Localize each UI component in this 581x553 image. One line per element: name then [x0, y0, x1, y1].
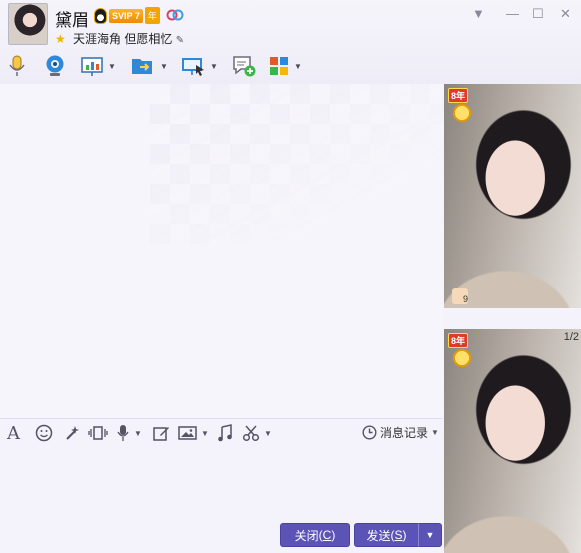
chat-background-pattern	[150, 84, 443, 244]
edit-icon	[153, 427, 169, 441]
message-history[interactable]	[0, 84, 443, 418]
chat-header: 黛眉 SVIP 7 年 ★ 天涯海角 但愿相忆 ✎ ▼ — ☐ ✕ ▼ ▼ ▼ …	[0, 0, 581, 84]
chevron-down-icon[interactable]: ▼	[210, 62, 218, 71]
close-icon[interactable]: ✕	[560, 6, 571, 22]
send-options-button[interactable]: ▼	[418, 523, 442, 547]
coin-icon	[453, 349, 471, 367]
input-toolbar: A ▼ ▼ ▼ 消息记录 ▼	[0, 418, 443, 446]
presentation-icon	[81, 57, 103, 76]
screen-shake-icon	[88, 426, 108, 440]
send-button[interactable]: 发送(S)	[354, 523, 419, 547]
scissors-icon	[242, 425, 260, 442]
contact-name[interactable]: 黛眉	[55, 6, 89, 31]
magic-button[interactable]	[63, 423, 81, 443]
apps-button[interactable]: ▼	[268, 52, 302, 80]
apps-grid-icon	[270, 57, 288, 75]
screenshot-button[interactable]: ▼	[242, 423, 272, 443]
chat-window: 黛眉 SVIP 7 年 ★ 天涯海角 但愿相忆 ✎ ▼ — ☐ ✕ ▼ ▼ ▼ …	[0, 0, 581, 553]
emoji-icon	[35, 424, 53, 442]
create-discussion-button[interactable]	[231, 52, 257, 80]
contact-avatar[interactable]	[8, 3, 48, 45]
chat-plus-icon	[233, 56, 256, 77]
chevron-down-icon[interactable]: ▼	[264, 429, 272, 438]
folder-arrow-icon	[132, 59, 152, 74]
send-file-button[interactable]: ▼	[130, 52, 168, 80]
voice-message-button[interactable]: ▼	[116, 423, 142, 443]
music-button[interactable]	[217, 423, 233, 443]
minimize-icon[interactable]: —	[506, 6, 519, 22]
chevron-down-icon[interactable]: ▼	[201, 429, 209, 438]
emoji-button[interactable]	[35, 423, 53, 443]
contact-show-photo-2[interactable]: 8年 1/2	[444, 329, 581, 553]
clock-icon	[362, 425, 377, 440]
webcam-icon	[46, 55, 64, 76]
svip-year-label: 年	[144, 7, 160, 24]
svip-badge[interactable]: SVIP 7 年	[94, 7, 160, 24]
magic-wand-icon	[66, 426, 79, 440]
penguin-icon	[94, 7, 107, 24]
chevron-down-icon[interactable]: ▼	[160, 62, 168, 71]
image-button[interactable]: ▼	[178, 423, 209, 443]
message-history-button[interactable]: 消息记录 ▼	[362, 424, 439, 441]
link-icon[interactable]	[166, 9, 184, 21]
monitor-cursor-icon	[182, 58, 204, 76]
star-icon: ★	[55, 32, 66, 46]
chevron-down-icon: ▼	[431, 428, 439, 437]
main-toolbar: ▼ ▼ ▼ ▼	[0, 52, 440, 80]
svip-level-label: SVIP 7	[109, 8, 143, 23]
chevron-down-icon[interactable]: ▼	[108, 62, 116, 71]
like-icon[interactable]: 9	[452, 288, 468, 304]
chevron-down-icon: ▼	[425, 530, 435, 540]
years-badge: 8年	[448, 88, 469, 103]
chevron-down-icon[interactable]: ▼	[134, 429, 142, 438]
coin-icon	[453, 104, 471, 122]
contact-signature: 天涯海角 但愿相忆 ✎	[73, 32, 185, 46]
contact-show-photo-1[interactable]: 8年 9	[444, 84, 581, 308]
menu-arrow-icon[interactable]: ▼	[472, 6, 485, 22]
close-button[interactable]: 关闭(C)	[280, 523, 350, 547]
screen-share-button[interactable]: ▼	[180, 52, 218, 80]
font-button[interactable]: A	[7, 422, 20, 444]
pen-icon: ✎	[175, 35, 185, 46]
history-label: 消息记录	[380, 426, 429, 440]
contact-show-panel: 8年 9 8年 1/2	[443, 84, 581, 553]
edit-button[interactable]	[152, 423, 170, 443]
music-icon	[218, 424, 232, 442]
remote-assist-button[interactable]: ▼	[80, 52, 116, 80]
photo-pager[interactable]: 1/2	[564, 331, 579, 343]
voice-message-icon	[117, 425, 129, 441]
microphone-icon	[9, 55, 25, 76]
image-icon	[178, 426, 197, 440]
maximize-icon[interactable]: ☐	[532, 6, 544, 22]
video-call-button[interactable]	[43, 52, 67, 80]
font-icon: A	[7, 422, 20, 444]
years-badge: 8年	[448, 333, 469, 348]
chevron-down-icon[interactable]: ▼	[294, 62, 302, 71]
voice-call-button[interactable]	[8, 52, 26, 80]
screen-shake-button[interactable]	[88, 423, 108, 443]
